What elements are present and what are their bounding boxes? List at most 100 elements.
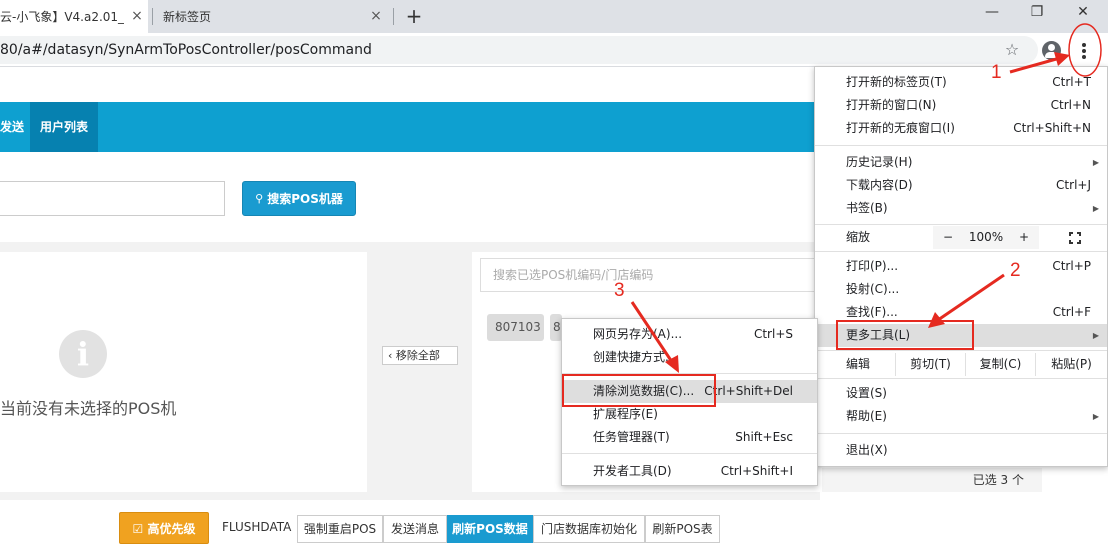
menu-item-label: 打开新的标签页(T) [846,75,947,89]
submenu-item-task-manager[interactable]: 任务管理器(T) Shift+Esc [562,426,817,449]
submenu-item-developer-tools[interactable]: 开发者工具(D) Ctrl+Shift+I [562,460,817,483]
annotation-box-more-tools [836,320,974,350]
new-tab-icon[interactable]: + [404,6,424,26]
menu-item-label: 历史记录(H) [846,155,913,169]
menu-edit-row: 编辑 剪切(T) 复制(C) 粘贴(P) [815,353,1107,376]
menu-item-shortcut: Ctrl+J [1056,178,1091,192]
menu-item-new-tab[interactable]: 打开新的标签页(T) Ctrl+T [815,71,1107,94]
tab-strip: 云-小飞象】V4.a2.01_2 × 新标签页 × + — ❐ ✕ [0,0,1108,33]
search-pos-label: 搜索POS机器 [267,192,343,206]
menu-item-shortcut: Ctrl+Shift+I [720,464,793,478]
menu-item-history[interactable]: 历史记录(H) ▶ [815,151,1107,174]
menu-item-exit[interactable]: 退出(X) [815,439,1107,462]
tab-title: 新标签页 [163,10,212,24]
force-restart-pos-button[interactable]: 强制重启POS [297,515,383,543]
edit-cut-button[interactable]: 剪切(T) [895,353,965,376]
high-priority-button[interactable]: ☑ 高优先级 [119,512,209,544]
store-db-init-button[interactable]: 门店数据库初始化 [533,515,645,543]
tab-close-icon[interactable]: × [130,9,144,23]
menu-item-settings[interactable]: 设置(S) [815,382,1107,405]
menu-item-label: 设置(S) [846,386,887,400]
minimize-icon[interactable]: — [977,4,1007,24]
info-icon: i [59,330,107,378]
submenu-item-create-shortcut[interactable]: 创建快捷方式... [562,346,817,369]
bookmark-star-icon[interactable]: ☆ [1003,41,1021,59]
menu-item-label: 投射(C)... [846,282,900,296]
search-pos-button[interactable]: ⚲ 搜索POS机器 [242,181,356,216]
menu-item-new-window[interactable]: 打开新的窗口(N) Ctrl+N [815,94,1107,117]
chrome-menu-icon[interactable] [1074,39,1094,63]
browser-toolbar: 80/a#/datasyn/SynArmToPosController/posC… [0,33,1108,67]
menu-item-label: 打开新的窗口(N) [846,98,937,112]
send-message-button[interactable]: 发送消息 [383,515,447,543]
annotation-box-clear-data [562,374,716,407]
menu-item-new-incognito[interactable]: 打开新的无痕窗口(I) Ctrl+Shift+N [815,117,1107,140]
submenu-item-save-page[interactable]: 网页另存为(A)... Ctrl+S [562,323,817,346]
restore-icon[interactable]: ❐ [1022,4,1052,24]
edit-paste-button[interactable]: 粘贴(P) [1035,353,1107,376]
menu-separator [562,453,817,454]
tab-divider [393,8,394,25]
submenu-arrow-icon: ▶ [1092,412,1099,421]
edit-copy-button[interactable]: 复制(C) [965,353,1035,376]
screen: 云-小飞象】V4.a2.01_2 × 新标签页 × + — ❐ ✕ 80/a#/… [0,0,1108,550]
search-icon: ⚲ [255,192,264,205]
app-navbar: 发送 用户列表 [0,102,820,152]
menu-item-label: 网页另存为(A)... [593,327,683,341]
refresh-pos-table-button[interactable]: 刷新POS表 [645,515,720,543]
annotation-label-1: 1 [991,62,1002,83]
empty-message: 当前没有未选择的POS机 [0,399,177,418]
annotation-label-2: 2 [1010,260,1021,281]
zoom-level: 100% [963,226,1009,249]
annotation-label-3: 3 [614,280,625,301]
refresh-pos-data-button[interactable]: 刷新POS数据 [447,515,533,543]
menu-item-downloads[interactable]: 下载内容(D) Ctrl+J [815,174,1107,197]
edit-label: 编辑 [846,357,871,371]
fullscreen-icon[interactable] [1069,232,1081,244]
flushdata-label: FLUSHDATA [222,520,292,534]
tab-close-icon[interactable]: × [369,9,383,23]
menu-item-cast[interactable]: 投射(C)... [815,278,1107,301]
menu-item-label: 打印(P)... [846,259,899,273]
menu-item-label: 书签(B) [846,201,888,215]
menu-separator [815,251,1107,252]
menu-item-shortcut: Shift+Esc [735,430,793,444]
menu-item-shortcut: Ctrl+Shift+Del [704,384,793,398]
remove-all-button[interactable]: ‹ 移除全部 [382,346,458,365]
menu-zoom-row: 缩放 − 100% + [815,226,1107,249]
menu-item-label: 帮助(E) [846,409,887,423]
profile-avatar-icon[interactable] [1042,41,1061,60]
zoom-in-icon[interactable]: + [1009,226,1039,249]
menu-item-shortcut: Ctrl+S [753,327,793,341]
menu-item-shortcut: Ctrl+F [1052,305,1091,319]
menu-item-label: 打开新的无痕窗口(I) [846,121,955,135]
menu-separator [815,350,1107,351]
chrome-main-menu: 打开新的标签页(T) Ctrl+T 打开新的窗口(N) Ctrl+N 打开新的无… [814,66,1108,467]
submenu-arrow-icon: ▶ [1092,204,1099,213]
nav-tab-user-list[interactable]: 用户列表 [30,102,99,152]
submenu-arrow-icon: ▶ [1092,158,1099,167]
menu-separator [815,433,1107,434]
tab-new-tab-page[interactable]: 新标签页 × [153,0,390,33]
menu-item-bookmarks[interactable]: 书签(B) ▶ [815,197,1107,220]
menu-item-label: 退出(X) [846,443,888,457]
submenu-arrow-icon: ▶ [1092,331,1099,340]
menu-item-print[interactable]: 打印(P)... Ctrl+P [815,255,1107,278]
pos-chip[interactable]: 807103 [487,314,544,341]
selected-pos-search-input[interactable]: 搜索已选POS机编码/门店编码 [480,258,820,292]
pos-search-input[interactable] [0,181,225,216]
menu-item-shortcut: Ctrl+P [1052,259,1091,273]
menu-separator [815,378,1107,379]
selected-count: 已选 3 个 [822,468,1042,492]
close-window-icon[interactable]: ✕ [1068,4,1098,24]
menu-item-shortcut: Ctrl+Shift+N [1013,121,1091,135]
tab-app[interactable]: 云-小飞象】V4.a2.01_2 × [0,0,148,33]
menu-separator [815,224,1107,225]
nav-tab-send[interactable]: 发送 [0,102,34,152]
menu-item-help[interactable]: 帮助(E) ▶ [815,405,1107,428]
address-bar[interactable]: 80/a#/datasyn/SynArmToPosController/posC… [0,36,1038,64]
zoom-out-icon[interactable]: − [933,226,963,249]
menu-item-shortcut: Ctrl+N [1050,98,1091,112]
address-url: 80/a#/datasyn/SynArmToPosController/posC… [0,42,372,58]
menu-separator [815,145,1107,146]
